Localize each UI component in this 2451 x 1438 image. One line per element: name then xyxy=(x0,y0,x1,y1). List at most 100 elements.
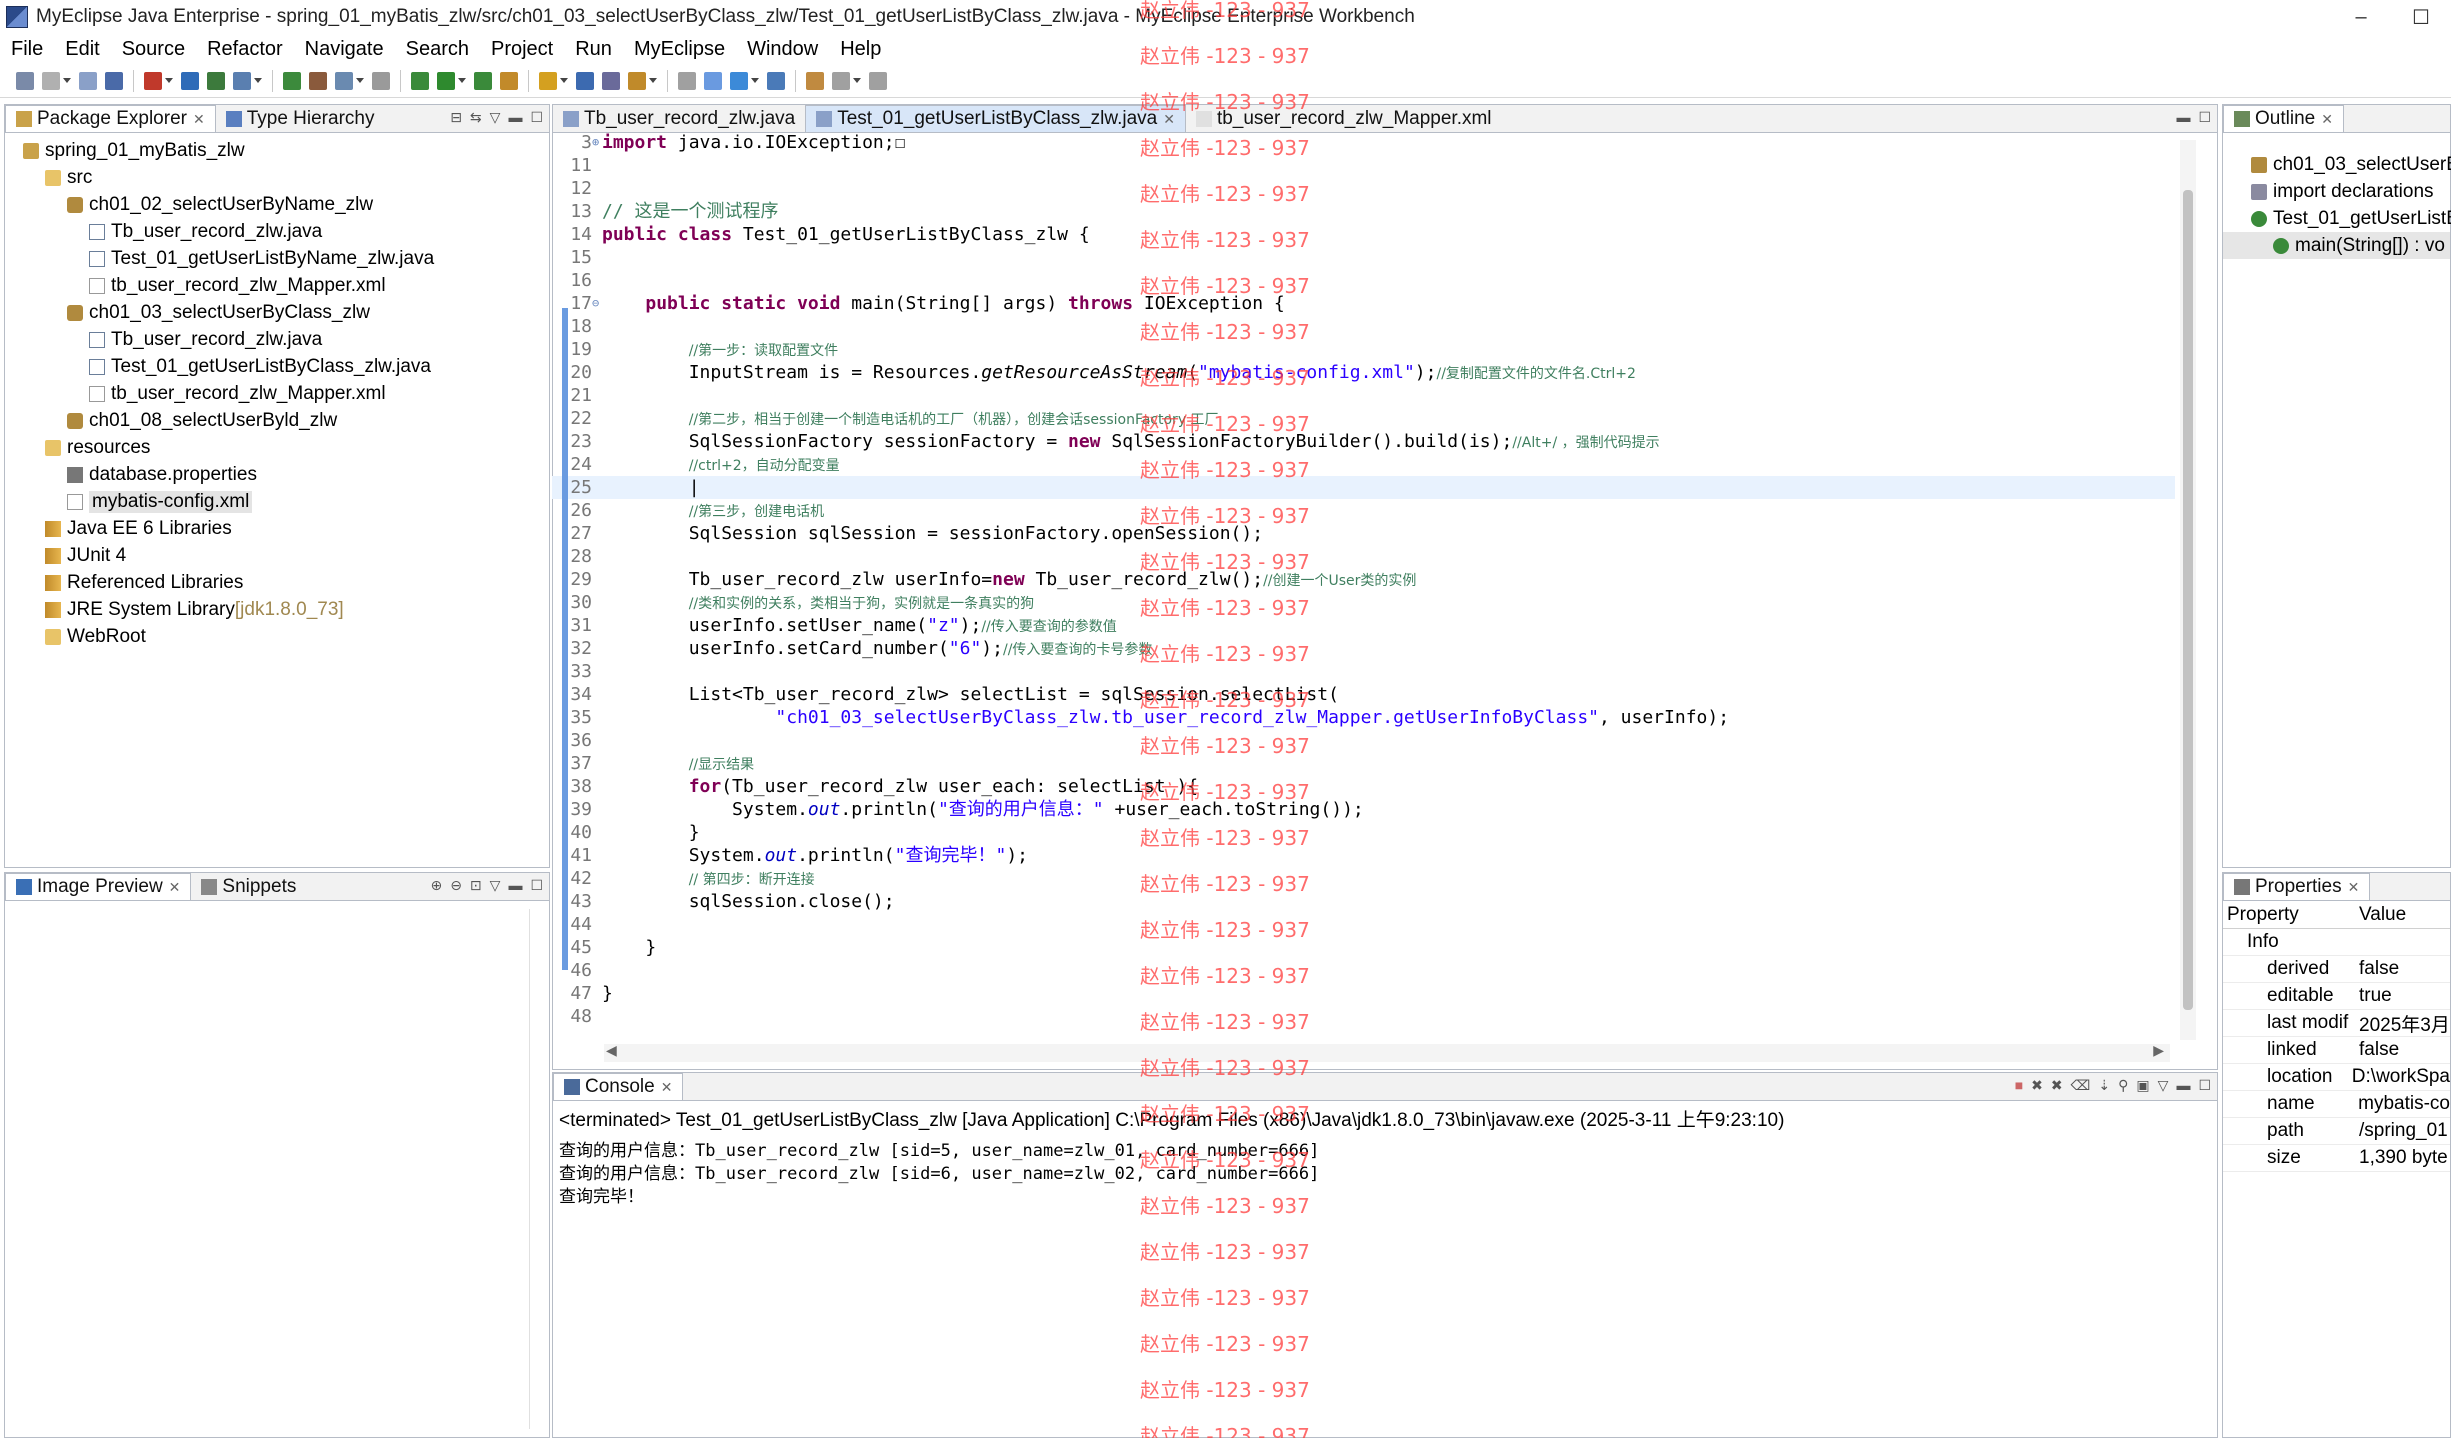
zoom-in-icon[interactable]: ⊕ xyxy=(430,877,442,894)
menu-myeclipse[interactable]: MyEclipse xyxy=(623,38,736,61)
property-row[interactable]: location D:\workSpa xyxy=(2223,1064,2450,1091)
property-row[interactable]: size 1,390 byte xyxy=(2223,1145,2450,1172)
code-line[interactable]: 21 xyxy=(552,384,2175,407)
close-icon[interactable]: ✕ xyxy=(169,879,181,896)
dropdown-arrow-icon[interactable] xyxy=(751,78,759,83)
outline-item[interactable]: main(String[]) : vo xyxy=(2223,232,2450,259)
code-line[interactable]: 22 //第二步，相当于创建一个制造电话机的工厂（机器），创建会话session… xyxy=(552,407,2175,430)
remove-launch-icon[interactable]: ✖ xyxy=(2031,1077,2043,1094)
menu-source[interactable]: Source xyxy=(111,38,196,61)
search-toolbar-icon[interactable] xyxy=(411,71,429,90)
code-line[interactable]: 44 xyxy=(552,913,2175,936)
code-line[interactable]: 25 | xyxy=(552,476,2175,499)
dropdown-arrow-icon[interactable] xyxy=(560,78,568,83)
minimize-view-icon[interactable]: ▬ xyxy=(508,109,522,126)
tree-item[interactable]: WebRoot xyxy=(5,623,549,650)
tree-item[interactable]: resources xyxy=(5,434,549,461)
maximize-view-icon[interactable]: ☐ xyxy=(2198,1077,2211,1094)
outline-item[interactable]: ch01_03_selectUserB xyxy=(2223,151,2451,178)
editor-horizontal-scrollbar[interactable]: ◀ ▶ xyxy=(604,1042,2170,1062)
code-line[interactable]: 41 System.out.println("查询完毕！"); xyxy=(552,844,2175,867)
debug-toolbar-icon[interactable] xyxy=(144,71,162,90)
server-toolbar-icon[interactable] xyxy=(602,71,620,90)
run-toolbar-icon[interactable] xyxy=(181,71,199,90)
code-line[interactable]: 3 ⊕ import java.io.IOException;☐ xyxy=(552,131,2175,154)
browser-toolbar-icon[interactable] xyxy=(628,71,646,90)
code-line[interactable]: 31 userInfo.setUser_name("z");//传入要查询的参数… xyxy=(552,614,2175,637)
property-row[interactable]: path/spring_01 xyxy=(2223,1118,2450,1145)
code-line[interactable]: 11 xyxy=(552,154,2175,177)
display-selected-icon[interactable]: ▣ xyxy=(2136,1077,2149,1094)
back-toolbar-icon[interactable] xyxy=(806,71,824,90)
tree-item[interactable]: ch01_08_selectUserByld_zlw xyxy=(5,407,549,434)
code-line[interactable]: 37 //显示结果 xyxy=(552,752,2175,775)
code-line[interactable]: 19 //第一步：读取配置文件 xyxy=(552,338,2175,361)
dropdown-arrow-icon[interactable] xyxy=(165,78,173,83)
open-console-icon[interactable]: ▽ xyxy=(2158,1077,2169,1094)
close-icon[interactable]: ✕ xyxy=(193,111,205,128)
maximize-button[interactable]: ☐ xyxy=(2391,0,2451,34)
property-row[interactable]: name mybatis-co xyxy=(2223,1091,2450,1118)
maximize-view-icon[interactable]: ☐ xyxy=(530,877,543,894)
pin-toolbar-icon[interactable] xyxy=(869,71,887,90)
collapse-fold-icon[interactable]: ⊖ xyxy=(592,292,599,315)
code-line[interactable]: 27 SqlSession sqlSession = sessionFactor… xyxy=(552,522,2175,545)
outline-item[interactable]: Test_01_getUserListB xyxy=(2223,205,2451,232)
console-output[interactable]: 查询的用户信息：Tb_user_record_zlw [sid=5, user_… xyxy=(553,1136,2217,1207)
mark-toolbar-icon[interactable] xyxy=(704,71,722,90)
new-class-toolbar-icon[interactable] xyxy=(335,71,353,90)
menu-refactor[interactable]: Refactor xyxy=(196,38,294,61)
tree-item[interactable]: src xyxy=(5,164,549,191)
code-line[interactable]: 23 SqlSessionFactory sessionFactory = ne… xyxy=(552,430,2175,453)
code-line[interactable]: 13 // 这是一个测试程序 xyxy=(552,200,2175,223)
code-line[interactable]: 46 xyxy=(552,959,2175,982)
menu-run[interactable]: Run xyxy=(564,38,623,61)
code-line[interactable]: 17 ⊖ public static void main(String[] arg… xyxy=(552,292,2175,315)
new-toolbar-icon[interactable] xyxy=(16,71,34,90)
code-line[interactable]: 34 List<Tb_user_record_zlw> selectList =… xyxy=(552,683,2175,706)
code-line[interactable]: 43 sqlSession.close(); xyxy=(552,890,2175,913)
tab-outline[interactable]: Outline ✕ xyxy=(2223,105,2344,132)
close-icon[interactable]: ✕ xyxy=(2348,879,2360,896)
property-row[interactable]: linked false xyxy=(2223,1037,2450,1064)
remove-all-icon[interactable]: ✖ xyxy=(2051,1077,2063,1094)
tree-item[interactable]: spring_01_myBatis_zlw xyxy=(5,137,549,164)
tree-item[interactable]: database.properties xyxy=(5,461,549,488)
menu-edit[interactable]: Edit xyxy=(54,38,110,61)
property-row[interactable]: editable true xyxy=(2223,983,2450,1010)
dropdown-arrow-icon[interactable] xyxy=(254,78,262,83)
code-line[interactable]: 35 "ch01_03_selectUserByClass_zlw.tb_use… xyxy=(552,706,2175,729)
editor-tab[interactable]: Test_01_getUserListByClass_zlw.java ✕ xyxy=(805,105,1186,132)
code-lines[interactable]: 3 ⊕ import java.io.IOException;☐ 11 12 13// 这… xyxy=(552,131,2175,1028)
view-menu-icon[interactable]: ▽ xyxy=(490,109,501,126)
close-icon[interactable]: ✕ xyxy=(661,1079,673,1096)
menu-window[interactable]: Window xyxy=(736,38,829,61)
dropdown-arrow-icon[interactable] xyxy=(63,78,71,83)
properties-group[interactable]: Info xyxy=(2223,929,2450,956)
code-line[interactable]: 45 } xyxy=(552,936,2175,959)
terminate-icon[interactable]: ■ xyxy=(2015,1077,2023,1094)
tab-console[interactable]: Console ✕ xyxy=(553,1073,684,1100)
annotation-toolbar-icon[interactable] xyxy=(678,71,696,90)
code-line[interactable]: 24 //ctrl+2，自动分配变量 xyxy=(552,453,2175,476)
code-line[interactable]: 32 userInfo.setCard_number("6");//传入要查询的… xyxy=(552,637,2175,660)
tree-item[interactable]: Test_01_getUserListByClass_zlw.java xyxy=(5,353,549,380)
minimize-view-icon[interactable]: ▬ xyxy=(2176,109,2190,126)
tree-item[interactable]: Referenced Libraries xyxy=(5,569,549,596)
dropdown-arrow-icon[interactable] xyxy=(356,78,364,83)
code-line[interactable]: 20 InputStream is = Resources.getResourc… xyxy=(552,361,2175,384)
tab-image-preview[interactable]: Image Preview ✕ xyxy=(5,873,192,900)
view-menu-icon[interactable]: ▽ xyxy=(490,877,501,894)
code-line[interactable]: 15 xyxy=(552,246,2175,269)
tree-item[interactable]: tb_user_record_zlw_Mapper.xml xyxy=(5,272,549,299)
image-preview-scrollbar[interactable] xyxy=(529,909,545,1429)
code-line[interactable]: 36 xyxy=(552,729,2175,752)
save-toolbar-icon[interactable] xyxy=(42,71,60,90)
prev-toolbar-icon[interactable] xyxy=(767,71,785,90)
property-row[interactable]: derived false xyxy=(2223,956,2450,983)
open-type-toolbar-icon[interactable] xyxy=(372,71,390,90)
code-line[interactable]: 18 xyxy=(552,315,2175,338)
clear-console-icon[interactable]: ⌫ xyxy=(2071,1077,2091,1094)
scroll-right-icon[interactable]: ▶ xyxy=(2153,1042,2164,1059)
minimize-view-icon[interactable]: ▬ xyxy=(508,877,522,894)
